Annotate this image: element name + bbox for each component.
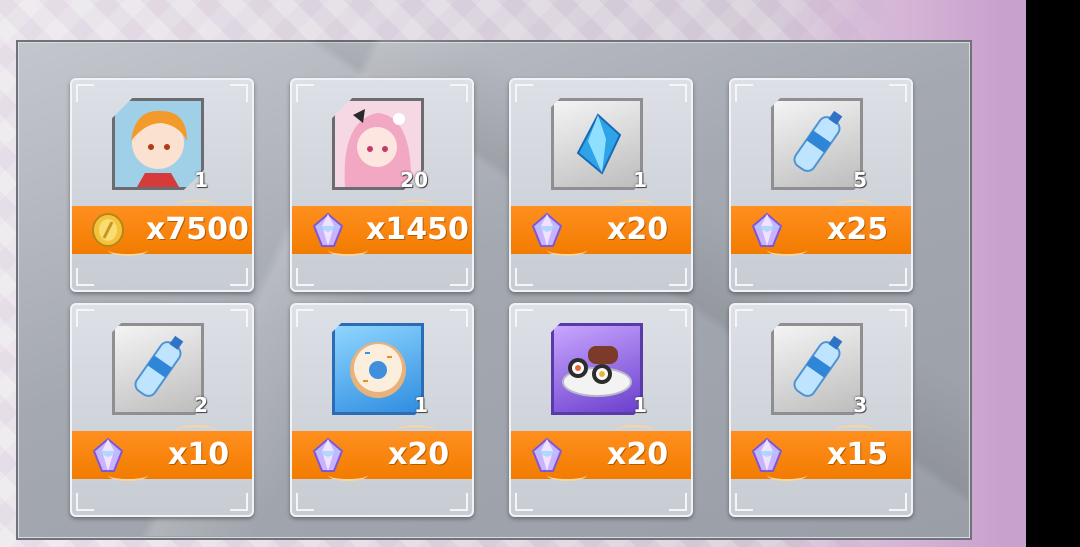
card-corner-ornament xyxy=(669,84,687,102)
crystal-icon xyxy=(310,437,346,473)
price-bar: x1450 xyxy=(292,200,472,256)
card-corner-ornament xyxy=(450,309,468,327)
item-frame: 1 xyxy=(332,323,428,417)
card-corner-ornament xyxy=(889,309,907,327)
shop-item-card[interactable]: 1 x20 xyxy=(290,303,474,517)
shop-item-card[interactable]: 1 x20 xyxy=(509,303,693,517)
card-corner-ornament xyxy=(669,309,687,327)
card-corner-ornament xyxy=(296,84,314,102)
orange-hair-portrait-icon xyxy=(112,98,204,190)
card-corner-ornament xyxy=(76,268,94,286)
crystal-icon xyxy=(310,212,346,248)
price-bar: x20 xyxy=(511,425,691,481)
price-bar: x7500 xyxy=(72,200,252,256)
card-corner-ornament xyxy=(515,268,533,286)
card-corner-ornament xyxy=(450,493,468,511)
crystal-icon xyxy=(90,437,126,473)
crystal-icon xyxy=(749,212,785,248)
shop-item-card[interactable]: 2 x10 xyxy=(70,303,254,517)
card-corner-ornament xyxy=(889,493,907,511)
item-frame: 3 xyxy=(771,323,867,417)
sushi-plate-icon xyxy=(551,323,643,415)
shop-item-card[interactable]: 3 x15 xyxy=(729,303,913,517)
item-quantity: 1 xyxy=(633,168,647,192)
item-price: x10 xyxy=(168,437,230,472)
item-quantity: 20 xyxy=(400,168,428,192)
shop-item-card[interactable]: 1 x7500 xyxy=(70,78,254,292)
card-corner-ornament xyxy=(515,309,533,327)
card-corner-ornament xyxy=(76,84,94,102)
blue-crystal-icon xyxy=(551,98,643,190)
donut-icon xyxy=(332,323,424,415)
screen-edge xyxy=(1026,0,1080,547)
card-corner-ornament xyxy=(735,268,753,286)
item-quantity: 1 xyxy=(633,393,647,417)
price-bar: x20 xyxy=(511,200,691,256)
card-corner-ornament xyxy=(889,268,907,286)
item-quantity: 1 xyxy=(414,393,428,417)
crystal-icon xyxy=(529,437,565,473)
card-corner-ornament xyxy=(669,268,687,286)
item-frame: 1 xyxy=(551,98,647,192)
item-frame: 1 xyxy=(112,98,208,192)
price-bar: x15 xyxy=(731,425,911,481)
item-frame: 1 xyxy=(551,323,647,417)
gold-coin-icon xyxy=(90,212,126,248)
item-quantity: 1 xyxy=(194,168,208,192)
item-price: x25 xyxy=(827,212,889,247)
item-price: x20 xyxy=(607,437,669,472)
item-price: x20 xyxy=(388,437,450,472)
price-bar: x10 xyxy=(72,425,252,481)
card-corner-ornament xyxy=(515,84,533,102)
card-corner-ornament xyxy=(889,84,907,102)
water-bottle-icon xyxy=(771,323,863,415)
shop-item-card[interactable]: 1 x20 xyxy=(509,78,693,292)
item-price: x1450 xyxy=(366,212,469,247)
card-corner-ornament xyxy=(230,493,248,511)
shop-item-card[interactable]: 5 x25 xyxy=(729,78,913,292)
card-corner-ornament xyxy=(296,309,314,327)
card-corner-ornament xyxy=(515,493,533,511)
card-corner-ornament xyxy=(296,268,314,286)
card-corner-ornament xyxy=(296,493,314,511)
item-price: x20 xyxy=(607,212,669,247)
item-frame: 5 xyxy=(771,98,867,192)
crystal-icon xyxy=(749,437,785,473)
item-frame: 2 xyxy=(112,323,208,417)
card-corner-ornament xyxy=(669,493,687,511)
card-corner-ornament xyxy=(450,268,468,286)
card-corner-ornament xyxy=(735,309,753,327)
card-corner-ornament xyxy=(735,84,753,102)
item-price: x7500 xyxy=(146,212,249,247)
card-corner-ornament xyxy=(76,493,94,511)
card-corner-ornament xyxy=(230,84,248,102)
shop-item-card[interactable]: 20 x1450 xyxy=(290,78,474,292)
card-corner-ornament xyxy=(230,309,248,327)
item-frame: 20 xyxy=(332,98,428,192)
crystal-icon xyxy=(529,212,565,248)
price-bar: x25 xyxy=(731,200,911,256)
card-corner-ornament xyxy=(735,493,753,511)
water-bottle-icon xyxy=(112,323,204,415)
water-bottle-icon xyxy=(771,98,863,190)
item-quantity: 2 xyxy=(194,393,208,417)
item-price: x15 xyxy=(827,437,889,472)
card-corner-ornament xyxy=(230,268,248,286)
item-quantity: 5 xyxy=(853,168,867,192)
card-corner-ornament xyxy=(76,309,94,327)
item-quantity: 3 xyxy=(853,393,867,417)
price-bar: x20 xyxy=(292,425,472,481)
card-corner-ornament xyxy=(450,84,468,102)
